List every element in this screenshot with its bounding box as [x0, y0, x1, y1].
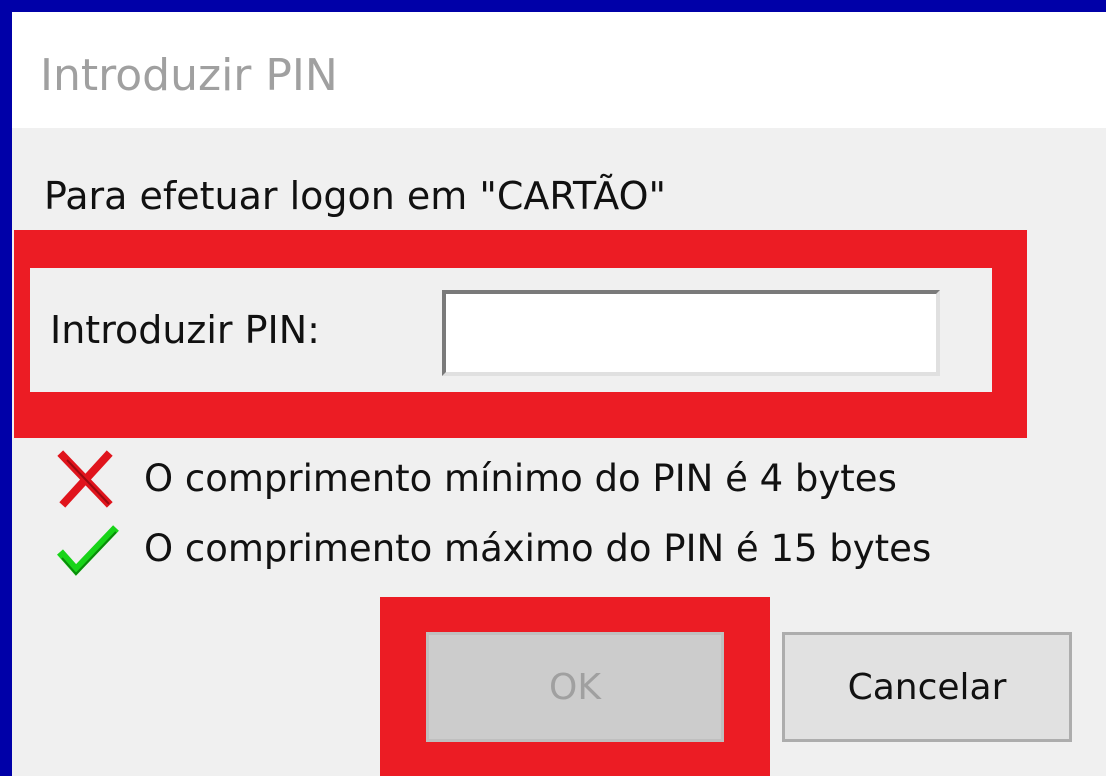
pin-rule-min-length: O comprimento mínimo do PIN é 4 bytes: [52, 448, 897, 508]
dialog-title: Introduzir PIN: [40, 50, 338, 101]
pin-input[interactable]: [442, 290, 940, 376]
red-x-icon: [52, 448, 122, 508]
rule-text: O comprimento mínimo do PIN é 4 bytes: [144, 456, 897, 500]
logon-prompt: Para efetuar logon em "CARTÃO": [44, 174, 667, 218]
cancel-button[interactable]: Cancelar: [782, 632, 1072, 742]
pin-field-highlight: Introduzir PIN:: [14, 230, 1027, 438]
pin-rule-max-length: O comprimento máximo do PIN é 15 bytes: [52, 518, 931, 578]
pin-field-row: Introduzir PIN:: [30, 268, 992, 392]
pin-label: Introduzir PIN:: [50, 308, 320, 352]
dialog-titlebar: Introduzir PIN: [12, 12, 1106, 128]
rule-text: O comprimento máximo do PIN é 15 bytes: [144, 526, 932, 570]
ok-button[interactable]: OK: [426, 632, 724, 742]
green-check-icon: [52, 518, 122, 578]
pin-dialog: Introduzir PIN Para efetuar logon em "CA…: [12, 12, 1106, 776]
